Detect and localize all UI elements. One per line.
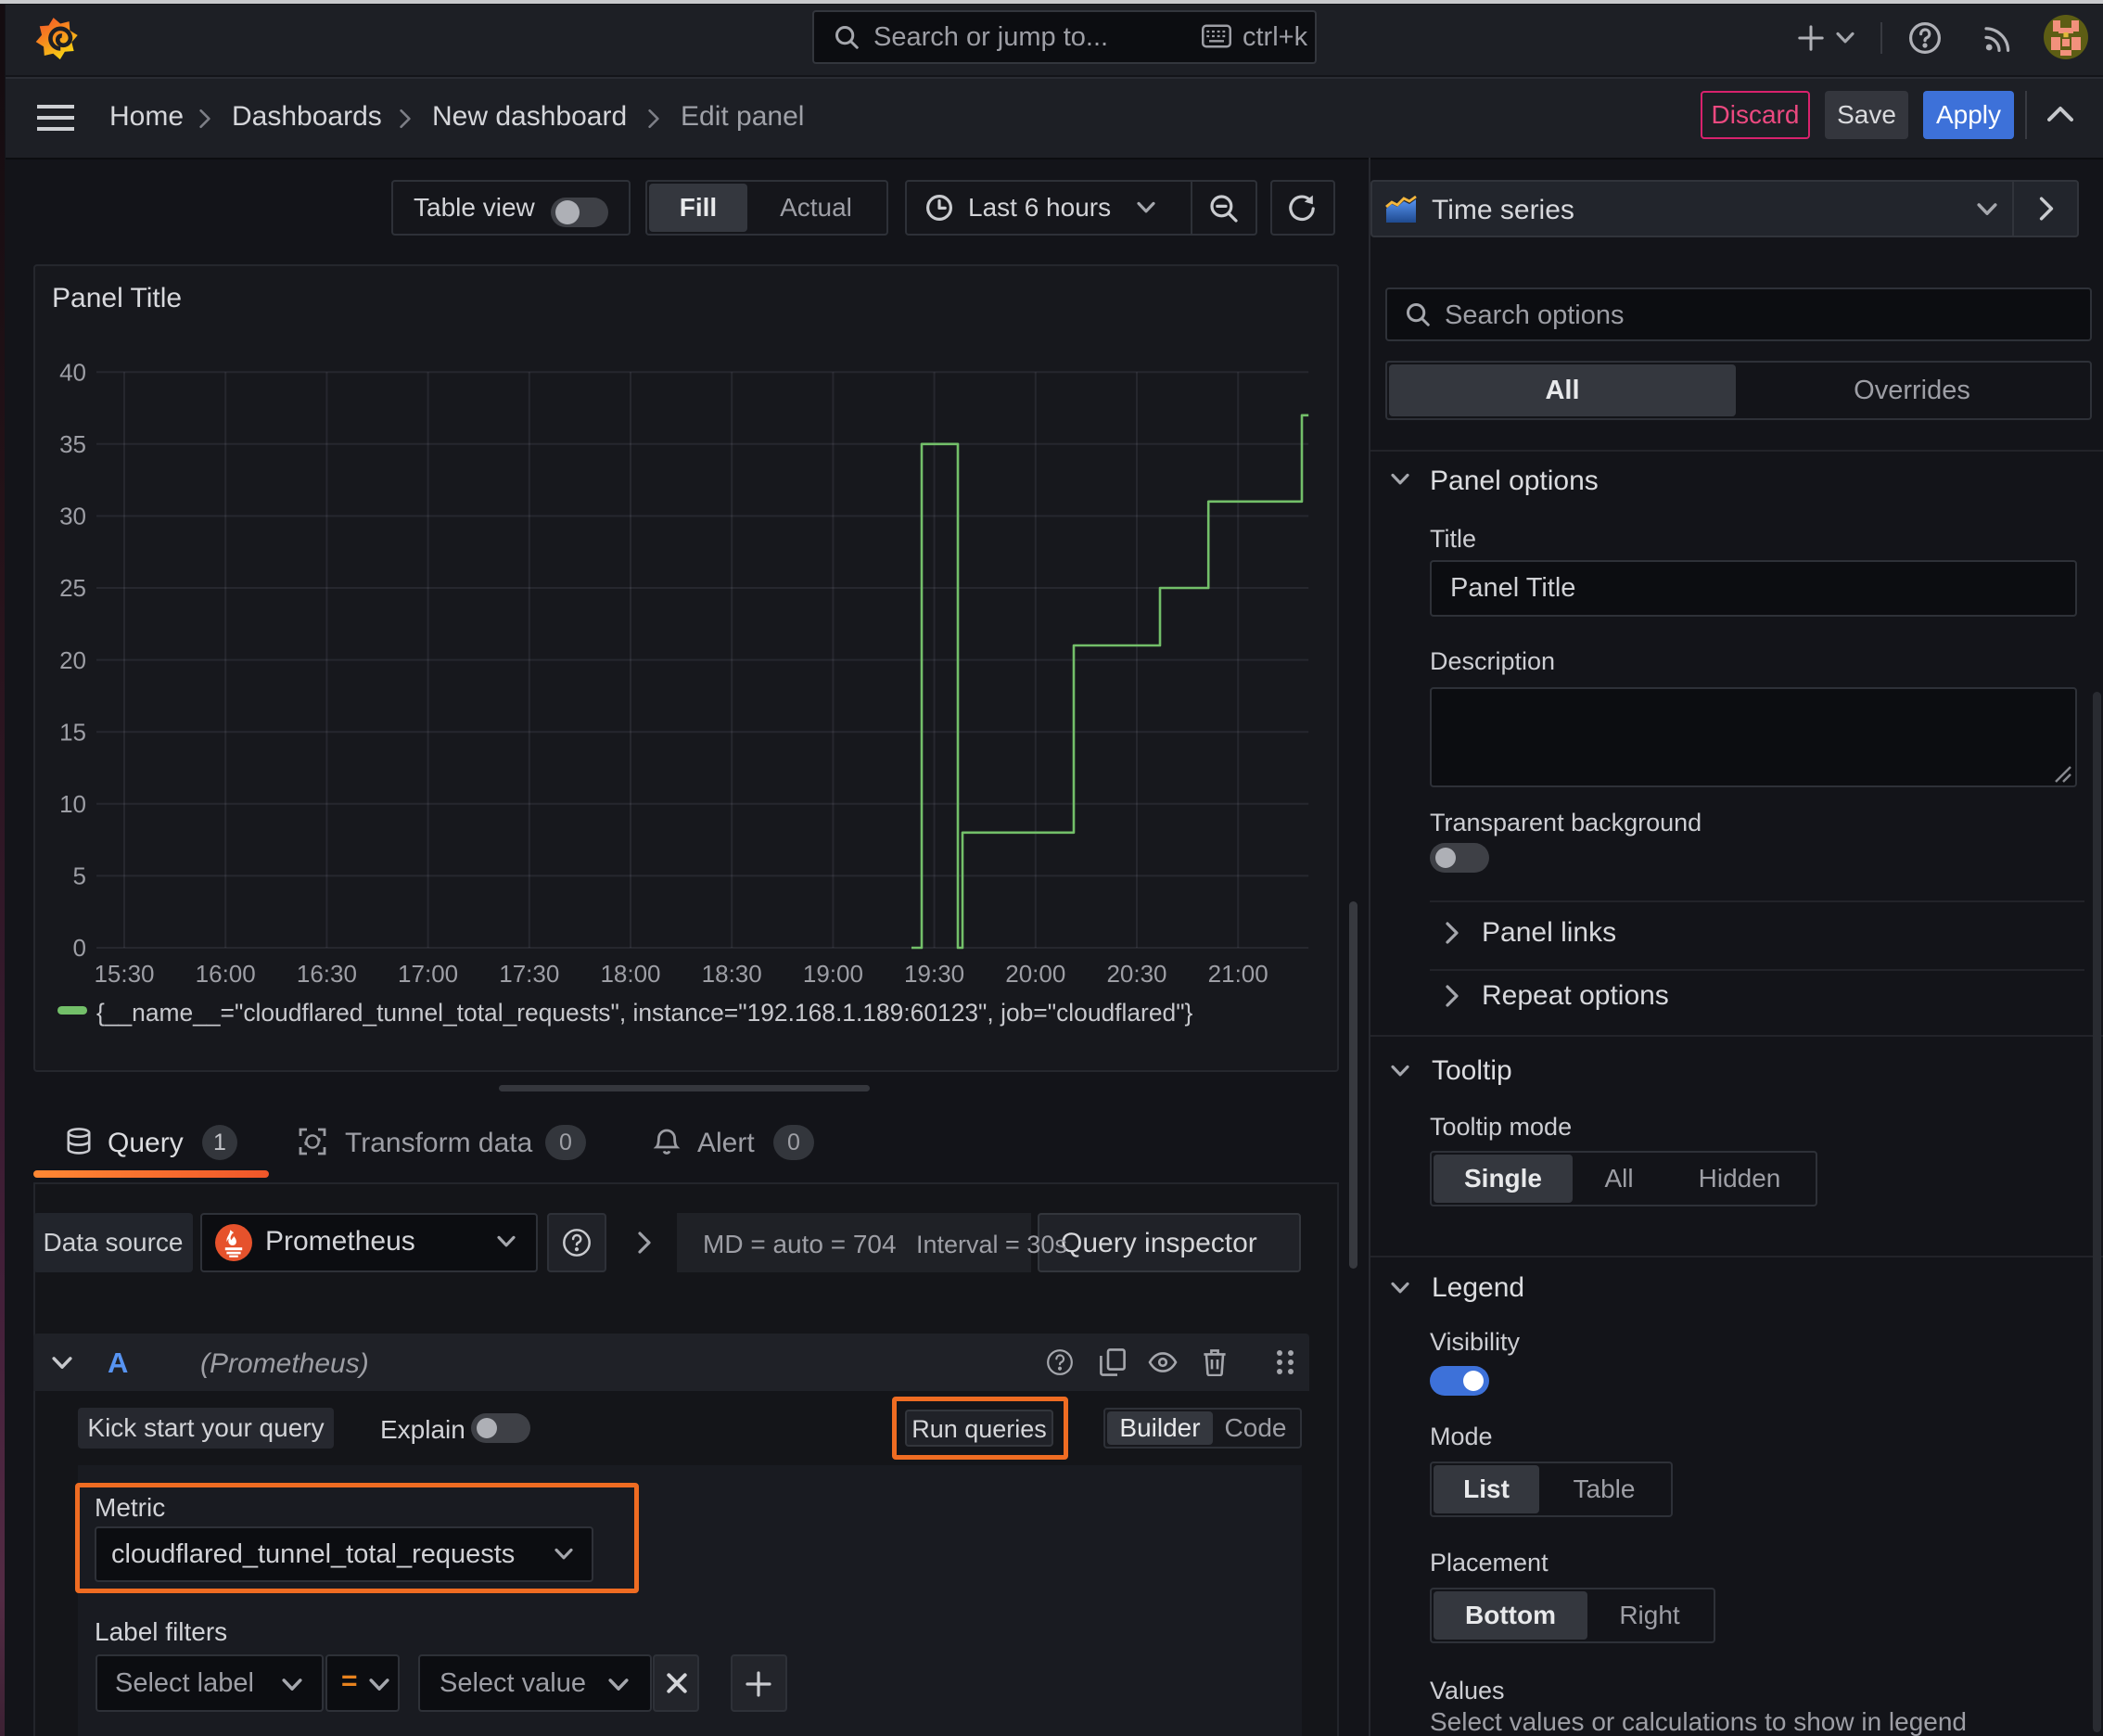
svg-text:16:00: 16:00 [196,960,256,988]
svg-text:20: 20 [59,646,86,674]
svg-text:5: 5 [73,862,86,890]
svg-text:30: 30 [59,503,86,530]
svg-text:15:30: 15:30 [94,960,154,988]
svg-text:18:30: 18:30 [702,960,762,988]
svg-text:16:30: 16:30 [297,960,357,988]
svg-text:19:30: 19:30 [904,960,964,988]
svg-text:10: 10 [59,790,86,818]
svg-text:{__name__="cloudflared_tunnel_: {__name__="cloudflared_tunnel_total_requ… [96,999,1193,1027]
svg-text:17:00: 17:00 [398,960,458,988]
svg-text:40: 40 [59,358,86,386]
svg-text:35: 35 [59,430,86,458]
svg-text:0: 0 [73,934,86,962]
svg-text:21:00: 21:00 [1208,960,1268,988]
svg-text:17:30: 17:30 [499,960,559,988]
svg-text:25: 25 [59,574,86,602]
svg-text:20:00: 20:00 [1005,960,1065,988]
svg-text:15: 15 [59,718,86,746]
svg-text:18:00: 18:00 [600,960,660,988]
svg-text:19:00: 19:00 [803,960,863,988]
svg-text:20:30: 20:30 [1106,960,1166,988]
